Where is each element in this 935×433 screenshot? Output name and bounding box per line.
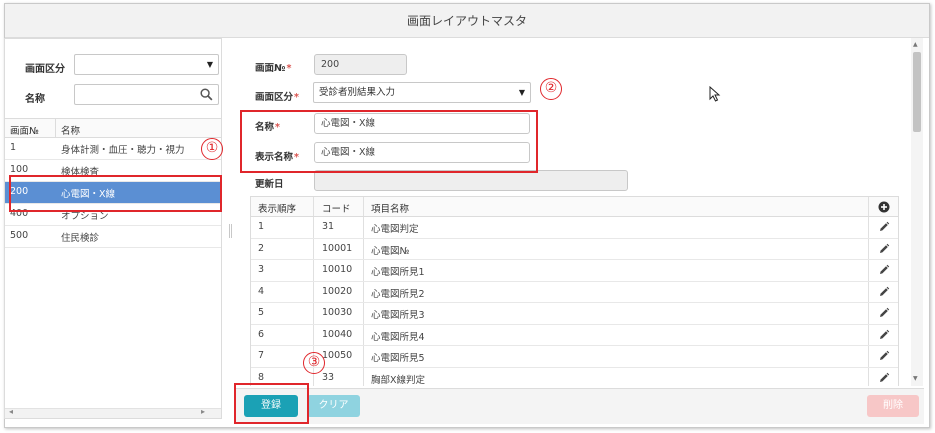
pencil-icon[interactable] <box>878 329 890 341</box>
column-header-item-name[interactable]: 項目名称 <box>371 201 409 215</box>
table-row[interactable]: 1 31 心電図判定 <box>251 217 898 239</box>
pencil-icon[interactable] <box>878 307 890 319</box>
item-code: 10020 <box>322 285 353 297</box>
item-name: 胸部X線判定 <box>371 374 426 386</box>
window-title: 画面レイアウトマスタ <box>5 4 929 38</box>
screen-list-header: 画面№ 名称 <box>5 118 221 138</box>
screen-category-select[interactable]: 受診者別結果入力 ▼ <box>313 82 531 103</box>
column-header-order[interactable]: 表示順序 <box>258 201 296 215</box>
category-select[interactable]: ▼ <box>74 54 219 75</box>
item-code: 31 <box>322 221 335 232</box>
search-icon[interactable] <box>200 88 213 101</box>
mouse-cursor-icon <box>709 86 721 102</box>
annotation-number-3: ③ <box>303 352 325 374</box>
scroll-down-icon[interactable]: ▼ <box>913 375 918 382</box>
item-code: 10030 <box>322 307 353 318</box>
row-id: 1 <box>10 142 17 153</box>
annotation-box-1 <box>9 175 222 212</box>
row-name: 身体計測・血圧・聴力・視力 <box>61 145 185 156</box>
updated-date-label: 更新日 <box>255 179 284 190</box>
item-name: 心電図所見4 <box>371 331 425 343</box>
screen-category-value: 受診者別結果入力 <box>319 87 396 98</box>
row-id: 500 <box>10 230 29 241</box>
add-circle-icon[interactable] <box>878 201 890 213</box>
updated-date-field <box>314 170 628 191</box>
table-row[interactable]: 5 10030 心電図所見3 <box>251 303 898 325</box>
item-order: 8 <box>258 371 265 383</box>
annotation-box-3 <box>234 383 309 424</box>
panel-splitter[interactable] <box>229 224 232 238</box>
scroll-up-icon[interactable]: ▲ <box>913 41 918 48</box>
name-search-input[interactable] <box>74 84 219 105</box>
pencil-icon[interactable] <box>878 264 890 276</box>
annotation-number-1: ① <box>201 138 223 160</box>
item-order: 1 <box>258 221 265 232</box>
item-order: 2 <box>258 242 265 254</box>
item-order: 5 <box>258 307 265 318</box>
item-name: 心電図所見1 <box>371 267 425 278</box>
column-header-screen-no[interactable]: 画面№ <box>10 123 39 137</box>
annotation-number-2: ② <box>540 78 562 100</box>
item-name: 心電図所見5 <box>371 353 425 364</box>
item-name: 心電図判定 <box>371 224 419 235</box>
table-row[interactable]: 6 10040 心電図所見4 <box>251 324 898 346</box>
items-table: 表示順序 コード 項目名称 1 31 心電図判定 2 10001 心電図№ 3 10010 心電… <box>250 196 899 386</box>
item-code: 10010 <box>322 264 353 275</box>
column-header-name[interactable]: 名称 <box>61 123 80 137</box>
item-order: 3 <box>258 264 265 275</box>
screen-no-field: 200 <box>314 54 407 75</box>
name-label: 名称 <box>25 94 45 105</box>
item-code: 10050 <box>322 350 353 361</box>
row-id: 100 <box>10 164 29 175</box>
row-name: 住民検診 <box>61 233 100 244</box>
item-order: 6 <box>258 328 265 340</box>
table-row[interactable]: 2 10001 心電図№ <box>251 238 898 260</box>
chevron-down-icon: ▼ <box>518 88 525 97</box>
scroll-right-icon[interactable]: ▸ <box>201 407 205 416</box>
left-panel: 画面区分 ▼ 名称 画面№ 名称 1 身体計測・血圧・聴力・視力 100 検体検… <box>4 38 222 419</box>
scrollbar-thumb[interactable] <box>913 52 921 132</box>
pencil-icon[interactable] <box>878 286 890 298</box>
chevron-down-icon: ▼ <box>206 60 213 69</box>
table-row[interactable]: 3 10010 心電図所見1 <box>251 260 898 282</box>
pencil-icon[interactable] <box>878 243 890 255</box>
screen-no-label: 画面№* <box>255 63 292 74</box>
annotation-box-2 <box>240 110 538 173</box>
action-footer: 登録 クリア 削除 <box>234 388 924 424</box>
table-row[interactable]: 500 住民検診 <box>5 226 221 248</box>
clear-button[interactable]: クリア <box>307 395 360 417</box>
items-table-header: 表示順序 コード 項目名称 <box>251 196 898 217</box>
item-code: 10040 <box>322 328 353 340</box>
item-code: 33 <box>322 371 335 383</box>
item-code: 10001 <box>322 242 353 254</box>
pencil-icon[interactable] <box>878 221 890 233</box>
table-row[interactable]: 4 10020 心電図所見2 <box>251 281 898 303</box>
item-name: 心電図所見2 <box>371 288 425 300</box>
item-order: 7 <box>258 350 265 361</box>
left-horizontal-scrollbar[interactable]: ◂ ▸ <box>5 407 221 418</box>
screen-category-label: 画面区分* <box>255 92 299 103</box>
item-name: 心電図所見3 <box>371 310 425 321</box>
table-row[interactable]: 8 33 胸部X線判定 <box>251 367 898 386</box>
category-label: 画面区分 <box>25 64 65 75</box>
scroll-left-icon[interactable]: ◂ <box>9 407 13 416</box>
right-vertical-scrollbar[interactable]: ▲ ▼ <box>911 38 923 386</box>
table-row[interactable]: 7 10050 心電図所見5 <box>251 346 898 368</box>
pencil-icon[interactable] <box>878 350 890 362</box>
item-order: 4 <box>258 285 265 297</box>
pencil-icon[interactable] <box>878 372 890 384</box>
delete-button[interactable]: 削除 <box>867 395 919 417</box>
table-row[interactable]: 1 身体計測・血圧・聴力・視力 <box>5 138 221 160</box>
column-header-code[interactable]: コード <box>322 201 351 215</box>
item-name: 心電図№ <box>371 245 410 257</box>
